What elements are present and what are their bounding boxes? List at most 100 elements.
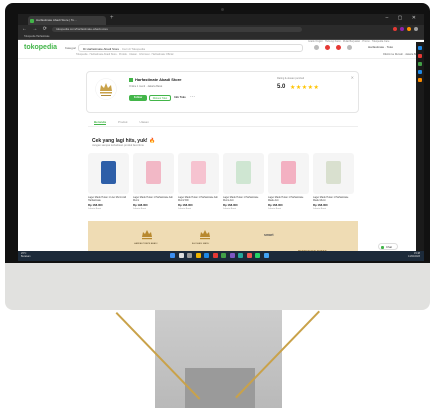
side-panel-icon[interactable] — [418, 78, 422, 82]
product-list: Lager Madu Hutan 1 Liter Murni Asli Harf… — [88, 153, 358, 215]
product-location: Jakarta Barat — [313, 208, 327, 210]
header-subnav[interactable]: Tokopedia · Harfastinate Abadi Store · P… — [76, 53, 173, 56]
browser-nav-buttons[interactable]: ← → ⟳ — [22, 26, 49, 32]
extension-icon[interactable] — [393, 27, 397, 31]
monitor-frame: Harfastinate Abadi Store | To... + – ▢ ✕… — [5, 3, 430, 263]
side-panel-icon[interactable] — [418, 46, 422, 50]
rating-label: Rating & ulasan pembeli — [277, 77, 305, 80]
official-badge-icon — [129, 77, 133, 82]
tab-produk[interactable]: Produk — [118, 120, 128, 125]
search-input[interactable]: Di Harfastinate Abadi Store · Cari di To… — [78, 44, 303, 52]
product-location: Jakarta Barat — [133, 208, 147, 210]
taskbar-icons — [170, 253, 269, 258]
product-price: Rp 198.000 — [133, 203, 148, 207]
search-scope[interactable]: Di Harfastinate Abadi Store — [83, 47, 119, 51]
browser-side-panel — [416, 42, 424, 251]
product-location: Jakarta Barat — [223, 208, 237, 210]
product-pack — [101, 161, 116, 184]
side-panel-icon[interactable] — [418, 62, 422, 66]
product-name: Lager Madu Hutan 1 Harfastinate Madu Mur… — [313, 196, 349, 202]
product-image — [268, 153, 309, 194]
smart-logo: smart — [264, 233, 274, 237]
system-tray-clock[interactable]: 15:48 14/02/2023 — [408, 252, 420, 258]
side-panel-icon[interactable] — [418, 54, 422, 58]
profile-icon[interactable] — [414, 27, 418, 31]
url-field[interactable]: tokopedia.com/harfastinate-abadi-store — [52, 27, 302, 32]
browser-tab[interactable]: Harfastinate Abadi Store | To... — [28, 16, 106, 25]
shop-banner[interactable]: HARFASTINATE ABADI ASOSIASI MADU smart P… — [88, 221, 358, 255]
site-header: Gratis Ongkir · Hubungi Kami · Mulai Ber… — [18, 40, 424, 59]
product-name: Lager Madu Hutan 1 Harfastinate Asli Mur… — [133, 196, 173, 202]
search-placeholder: Cari di Tokopedia — [121, 47, 146, 51]
tab-ulasan[interactable]: Ulasan — [140, 120, 149, 125]
product-image — [133, 153, 174, 194]
product-pack — [326, 161, 341, 184]
window-controls[interactable]: – ▢ ✕ — [386, 15, 420, 21]
browser-address-bar: ← → ⟳ tokopedia.com/harfastinate-abadi-s… — [18, 25, 424, 34]
crown-logo-icon — [142, 230, 152, 240]
chat-icon — [381, 246, 384, 249]
app-icon[interactable] — [246, 253, 252, 258]
shop-header-card: Harfastinate Abadi Store Online 1 menit … — [86, 71, 359, 113]
product-card[interactable]: Lager Madu Hutan 1 Harfastinate Asli Mur… — [133, 153, 174, 215]
product-card[interactable]: Lager Madu Hutan 1 Harfastinate Madu Mur… — [313, 153, 354, 215]
edge-icon[interactable] — [204, 253, 209, 258]
whatsapp-icon[interactable] — [255, 253, 260, 258]
shop-name: Harfastinate Abadi Store — [129, 77, 182, 82]
extension-icon[interactable] — [407, 27, 411, 31]
product-name: Lager Madu Hutan 1 Harfastinate Asli Mur… — [178, 196, 218, 202]
monitor-chin — [5, 262, 430, 310]
app-icon[interactable] — [263, 253, 269, 258]
shop-tabs: Beranda Produk Ulasan — [94, 120, 149, 125]
product-name: Lager Madu Hutan 1 Harfastinate Madu Asl… — [268, 196, 304, 202]
product-card[interactable]: Lager Madu Hutan 1 Harfastinate Madu Asl… — [268, 153, 309, 215]
header-top-links[interactable]: Gratis Ongkir · Hubungi Kami · Mulai Ber… — [308, 40, 389, 43]
section-subtitle: Jangan sampai kehabisan produk favoritmu — [92, 144, 144, 147]
follow-button[interactable]: Follow — [129, 95, 147, 101]
product-location: Jakarta Barat — [88, 208, 102, 210]
tab-beranda[interactable]: Beranda — [94, 120, 107, 125]
product-location: Jakarta Barat — [268, 208, 282, 210]
product-card[interactable]: Lager Madu Hutan 1 Harfastinate Murni As… — [223, 153, 264, 215]
extension-icon[interactable] — [400, 27, 404, 31]
product-price: Rp 168.000 — [313, 203, 328, 207]
shop-icon[interactable] — [347, 45, 352, 50]
app-icon[interactable] — [229, 253, 235, 258]
crown-logo-icon — [200, 230, 210, 240]
chat-button[interactable]: Chat — [378, 243, 398, 250]
extension-icons — [393, 27, 418, 31]
more-options-icon[interactable]: ⋯ — [190, 94, 195, 100]
product-price: Rp 168.000 — [268, 203, 283, 207]
tab-divider — [88, 126, 358, 127]
tokopedia-logo[interactable]: tokopedia — [24, 44, 57, 51]
product-price: Rp 168.000 — [223, 203, 238, 207]
chrome-icon[interactable] — [212, 253, 218, 258]
product-name: Lager Madu Hutan 1 Liter Murni Asli Harf… — [88, 196, 127, 202]
file-explorer-icon[interactable] — [195, 253, 201, 258]
task-view-icon[interactable] — [187, 253, 192, 258]
notification-icon[interactable] — [325, 45, 330, 50]
user-account[interactable]: Harfastinate · Toko — [368, 45, 393, 49]
windows-start-icon[interactable] — [170, 253, 175, 258]
app-icon[interactable] — [221, 253, 226, 258]
banner-caption: ASOSIASI MADU — [192, 243, 210, 245]
kategori-menu[interactable]: Kategori — [65, 46, 76, 50]
browser-tab-bar: Harfastinate Abadi Store | To... + – ▢ ✕ — [18, 14, 424, 25]
product-pack — [281, 161, 296, 184]
side-panel-icon[interactable] — [418, 70, 422, 74]
new-tab-button[interactable]: + — [110, 15, 114, 21]
message-icon[interactable] — [336, 45, 341, 50]
cart-icon[interactable] — [314, 45, 319, 50]
windows-taskbar: 29°C Berawan 15:48 14/02/2023 — [18, 251, 424, 261]
app-icon[interactable] — [238, 253, 243, 258]
product-price: Rp 168.000 — [178, 203, 193, 207]
shop-info-button[interactable]: Info Toko — [173, 95, 187, 101]
discuss-button[interactable]: Diskusi Toko — [149, 95, 171, 101]
header-icons — [314, 45, 352, 50]
close-icon[interactable]: ✕ — [351, 75, 354, 80]
product-card[interactable]: Lager Madu Hutan 1 Harfastinate Asli Mur… — [178, 153, 219, 215]
product-card[interactable]: Lager Madu Hutan 1 Liter Murni Asli Harf… — [88, 153, 129, 215]
weather-widget[interactable]: 29°C Berawan — [21, 252, 30, 258]
search-icon[interactable] — [178, 253, 184, 258]
delivery-location[interactable]: Dikirim ke Rumah · Jakarta Barat — [383, 53, 420, 56]
